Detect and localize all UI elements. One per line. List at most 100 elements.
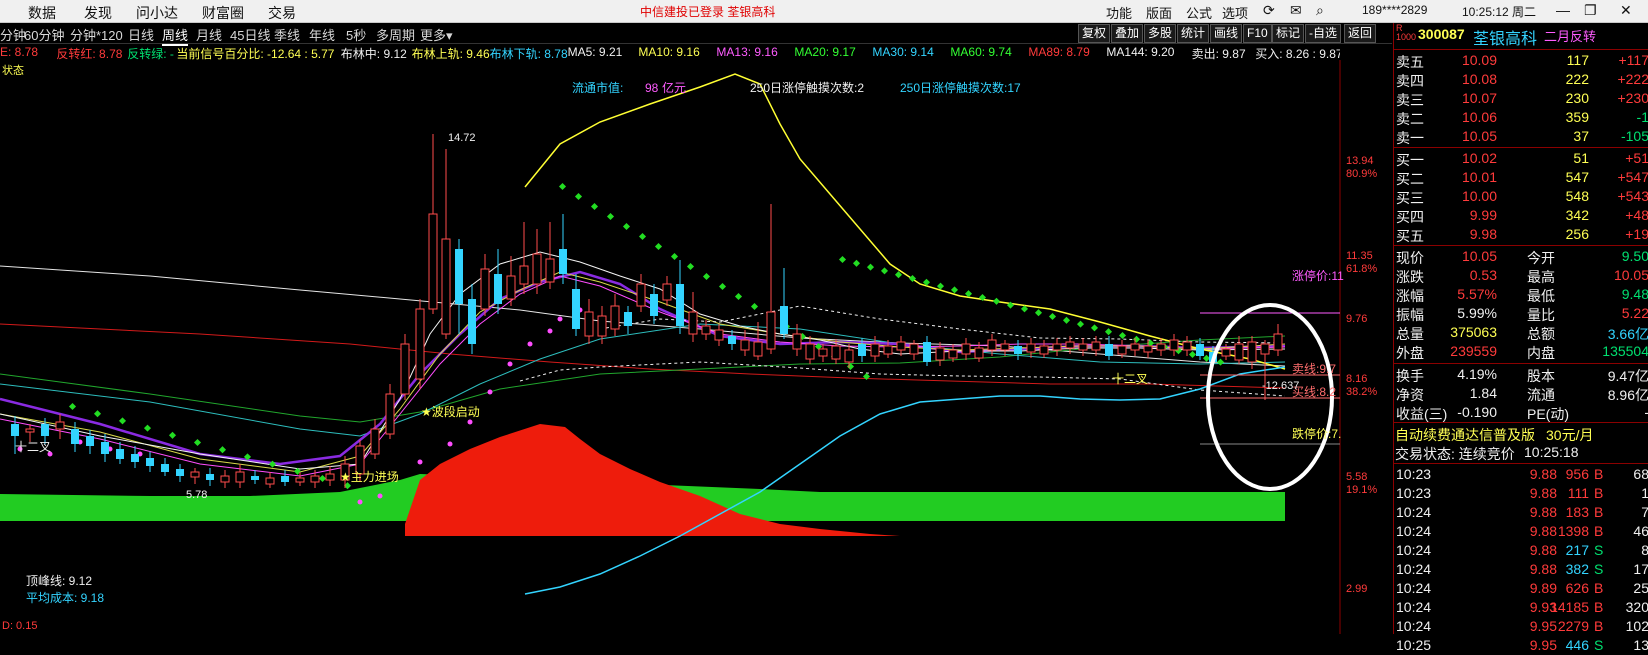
ask-row[interactable]: 卖一10.0537-105 [1394, 127, 1648, 146]
quote-row[interactable]: 振幅5.99%量比5.22 [1394, 304, 1648, 323]
candle-body [1079, 344, 1087, 350]
candle-body [11, 424, 19, 436]
promo-price: 30元/月 [1546, 425, 1593, 445]
menu-wenxiaoda[interactable]: 问小达 [136, 3, 178, 23]
quote-label: 现价 [1396, 248, 1424, 268]
green-dot [937, 283, 944, 290]
user-account[interactable]: 189****2829 [1362, 3, 1427, 17]
candle-body [962, 344, 970, 354]
adjust-button[interactable]: 复权 [1078, 24, 1110, 43]
fund-value-2: - [1644, 404, 1648, 420]
add-watchlist-button[interactable]: -自选 [1305, 24, 1341, 43]
fund-row[interactable]: 换手4.19%股本9.47亿 [1394, 365, 1648, 384]
green-dot [751, 303, 758, 310]
bid-volume: 256 [1566, 226, 1589, 242]
quote-row[interactable]: 涨幅5.57%最低9.48 [1394, 285, 1648, 304]
tab-monthly[interactable]: 月线 [196, 25, 222, 44]
ask-row[interactable]: 卖二10.06359-1 [1394, 108, 1648, 127]
tab-quarterly[interactable]: 季线 [274, 25, 300, 44]
separator [1394, 245, 1648, 246]
candle-body [520, 266, 528, 284]
tab-45day[interactable]: 45日线 [230, 25, 270, 44]
green-dot [1217, 359, 1224, 366]
quote-value-2: 135504 [1602, 343, 1648, 359]
tick-price: 9.95 [1530, 618, 1557, 634]
main-kline-chart[interactable]: 13.9480.9%11.3561.8%9.768.1638.2%5.5819.… [0, 44, 1392, 634]
quote-row[interactable]: 涨跌0.53最高10.05 [1394, 266, 1648, 285]
tab-more-label: 更多 [420, 28, 446, 43]
low-price-label: 5.78 [186, 489, 207, 501]
candle-body [663, 284, 671, 300]
mark-button[interactable]: 标记 [1272, 24, 1304, 43]
stock-name[interactable]: 荃银高科 [1473, 25, 1537, 49]
search-icon[interactable]: ⌕ [1316, 2, 1324, 19]
wave-start-label: ★波段启动 [421, 404, 480, 419]
candle-body [585, 312, 593, 336]
candle-body [650, 294, 658, 316]
tab-minute[interactable]: 分钟 [0, 25, 26, 44]
tab-weekly[interactable]: 周线 [162, 25, 188, 46]
tab-60min[interactable]: 60分钟 [24, 25, 64, 44]
f10-button[interactable]: F10 [1243, 24, 1272, 43]
promo-bar[interactable]: 自动续费通达信普及版 30元/月 [1394, 424, 1648, 443]
green-dot [1119, 332, 1126, 339]
tab-more[interactable]: 更多▾ [420, 25, 453, 44]
tab-daily[interactable]: 日线 [128, 25, 154, 44]
candle-body [1144, 346, 1152, 352]
close-icon[interactable]: ✕ [1620, 2, 1632, 19]
limit-down-price-label: 跌停价:7. [1292, 426, 1341, 441]
quote-row[interactable]: 外盘239559内盘135504 [1394, 342, 1648, 361]
menu-trade[interactable]: 交易 [268, 3, 296, 23]
bid-row[interactable]: 买三10.00548+543 [1394, 187, 1648, 206]
candle-body [988, 340, 996, 350]
menu-discover[interactable]: 发现 [84, 3, 112, 23]
kline-chart-area[interactable]: E: 8.78反转红: 8.78反转绿: -当前信号百分比: -12.64 : … [0, 44, 1392, 634]
ask-row[interactable]: 卖四10.08222+222 [1394, 70, 1648, 89]
tick-side: B [1594, 485, 1603, 501]
overlay-button[interactable]: 叠加 [1111, 24, 1143, 43]
stats-button[interactable]: 统计 [1177, 24, 1209, 43]
refresh-icon[interactable]: ⟳ [1263, 2, 1275, 19]
restore-icon[interactable]: ❐ [1584, 2, 1597, 19]
bid-row[interactable]: 买五9.98256+19 [1394, 225, 1648, 244]
menu-function[interactable]: 功能 [1106, 3, 1132, 22]
fund-row[interactable]: 收益(三)-0.190PE(动)- [1394, 403, 1648, 422]
minimize-icon[interactable]: — [1556, 2, 1570, 18]
ask-label: 卖三 [1396, 90, 1424, 110]
bid-row[interactable]: 买二10.01547+547 [1394, 168, 1648, 187]
quote-row[interactable]: 现价10.05今开9.50 [1394, 247, 1648, 266]
ask-row[interactable]: 卖五10.09117+117 [1394, 51, 1648, 70]
bid-change: +547 [1617, 169, 1648, 185]
multi-stock-button[interactable]: 多股 [1144, 24, 1176, 43]
candle-body [176, 469, 184, 476]
back-button[interactable]: 返回 [1344, 24, 1376, 43]
menu-layout[interactable]: 版面 [1146, 3, 1172, 22]
quote-value: 5.57% [1457, 286, 1497, 302]
bid-row[interactable]: 买一10.0251+51 [1394, 149, 1648, 168]
cyan-ma-line [0, 324, 1285, 436]
menu-options[interactable]: 选项 [1222, 3, 1248, 22]
quote-row[interactable]: 总量375063总额3.66亿 [1394, 323, 1648, 342]
quote-label-2: 内盘 [1527, 343, 1555, 363]
ask-row[interactable]: 卖三10.07230+230 [1394, 89, 1648, 108]
menu-formula[interactable]: 公式 [1186, 3, 1212, 22]
white-ma-line [0, 266, 1285, 366]
price-axis-percent: 80.9% [1346, 168, 1377, 180]
tab-120min[interactable]: 分钟*120 [70, 25, 123, 44]
clock: 10:25:12 周二 [1462, 3, 1536, 20]
candle-body [386, 394, 394, 434]
bid-row[interactable]: 买四9.99342+48 [1394, 206, 1648, 225]
green-dot [607, 213, 614, 220]
menu-data[interactable]: 数据 [28, 3, 56, 23]
candle-body [871, 344, 879, 356]
menu-fortune-circle[interactable]: 财富圈 [202, 3, 244, 23]
draw-line-button[interactable]: 画线 [1210, 24, 1242, 43]
candle-body [455, 249, 463, 304]
mail-icon[interactable]: ✉ [1290, 2, 1302, 19]
tab-multi-period[interactable]: 多周期 [376, 25, 415, 44]
tab-yearly[interactable]: 年线 [309, 25, 335, 44]
quote-value: 5.99% [1457, 305, 1497, 321]
fund-row[interactable]: 净资1.84流通8.96亿 [1394, 384, 1648, 403]
green-dot [94, 410, 101, 417]
tab-5sec[interactable]: 5秒 [346, 25, 366, 44]
